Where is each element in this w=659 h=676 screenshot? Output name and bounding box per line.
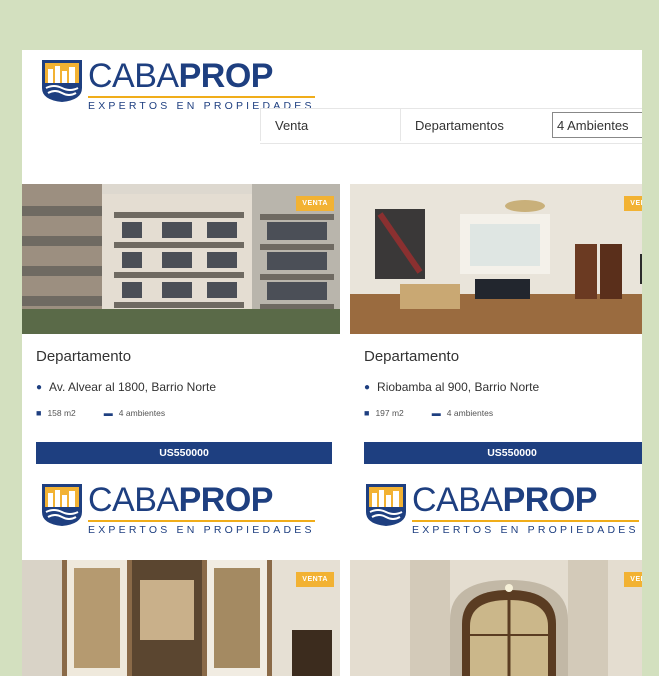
brand-name: CABAPROP: [412, 481, 597, 519]
search-filters: Venta Departamentos 4 Ambientes: [260, 108, 642, 144]
pin-icon: ●: [364, 381, 371, 393]
living-room-photo: [350, 184, 642, 334]
operation-select[interactable]: Venta: [260, 109, 400, 141]
price-button[interactable]: US550000: [36, 442, 332, 464]
brand-name: CABAPROP: [88, 481, 273, 519]
listing-card[interactable]: VENTA Departamento ● Riobamba al 900, Ba…: [350, 184, 642, 484]
price-button[interactable]: US550000: [364, 442, 642, 464]
listing-photo[interactable]: VENTA: [22, 184, 340, 334]
city-logo-icon: [42, 60, 82, 102]
city-logo-icon: [366, 484, 406, 526]
brand-tagline: EXPERTOS EN PROPIEDADES: [412, 520, 639, 536]
listing-photo[interactable]: VENTA: [22, 560, 340, 676]
sale-badge: VENTA: [296, 196, 334, 211]
listing-photo[interactable]: VENTA: [350, 184, 642, 334]
cube-icon: ■: [36, 408, 42, 418]
interior-photo: [22, 560, 340, 676]
watermark-logo: CABAPROP EXPERTOS EN PROPIEDADES: [40, 482, 315, 536]
site-logo[interactable]: CABAPROP EXPERTOS EN PROPIEDADES: [40, 58, 315, 112]
building-photo: [22, 184, 340, 334]
listing-card[interactable]: VENTA Departamento ● Av. Alvear al 1800,…: [22, 184, 340, 484]
bed-icon: ▬: [103, 408, 113, 418]
listing-photo[interactable]: VENTA: [350, 560, 642, 676]
background-frame-right: [642, 0, 659, 676]
cube-icon: ■: [364, 408, 370, 418]
listing-meta: ■ 158 m2 ▬ 4 ambientes: [36, 408, 165, 418]
rooms-text: 4 ambientes: [446, 408, 494, 418]
background-frame: [0, 0, 659, 50]
website-screen: CABAPROP EXPERTOS EN PROPIEDADES Venta D…: [22, 50, 642, 676]
property-type-select[interactable]: Departamentos: [400, 109, 546, 141]
address-text: Av. Alvear al 1800, Barrio Norte: [49, 380, 217, 394]
sale-badge: VENTA: [624, 196, 642, 211]
listing-card[interactable]: VENTA: [22, 560, 340, 676]
entrance-photo: [350, 560, 642, 676]
listing-title[interactable]: Departamento: [364, 348, 459, 365]
listing-card[interactable]: VENTA: [350, 560, 642, 676]
listing-address: ● Av. Alvear al 1800, Barrio Norte: [36, 380, 216, 394]
listing-title[interactable]: Departamento: [36, 348, 131, 365]
bed-icon: ▬: [431, 408, 441, 418]
rooms-text: 4 ambientes: [118, 408, 166, 418]
rooms-select[interactable]: 4 Ambientes: [552, 112, 642, 138]
pin-icon: ●: [36, 381, 43, 393]
brand-tagline: EXPERTOS EN PROPIEDADES: [88, 520, 315, 536]
site-header: CABAPROP EXPERTOS EN PROPIEDADES Venta D…: [22, 50, 642, 155]
area-text: 158 m2: [47, 408, 76, 418]
watermark-logo: CABAPROP EXPERTOS EN PROPIEDADES: [364, 482, 639, 536]
sale-badge: VENTA: [296, 572, 334, 587]
background-frame-left: [0, 0, 22, 676]
address-text: Riobamba al 900, Barrio Norte: [377, 380, 540, 394]
city-logo-icon: [42, 484, 82, 526]
sale-badge: VENTA: [624, 572, 642, 587]
listing-address: ● Riobamba al 900, Barrio Norte: [364, 380, 539, 394]
listing-meta: ■ 197 m2 ▬ 4 ambientes: [364, 408, 493, 418]
area-text: 197 m2: [375, 408, 404, 418]
brand-name: CABAPROP: [88, 57, 273, 95]
